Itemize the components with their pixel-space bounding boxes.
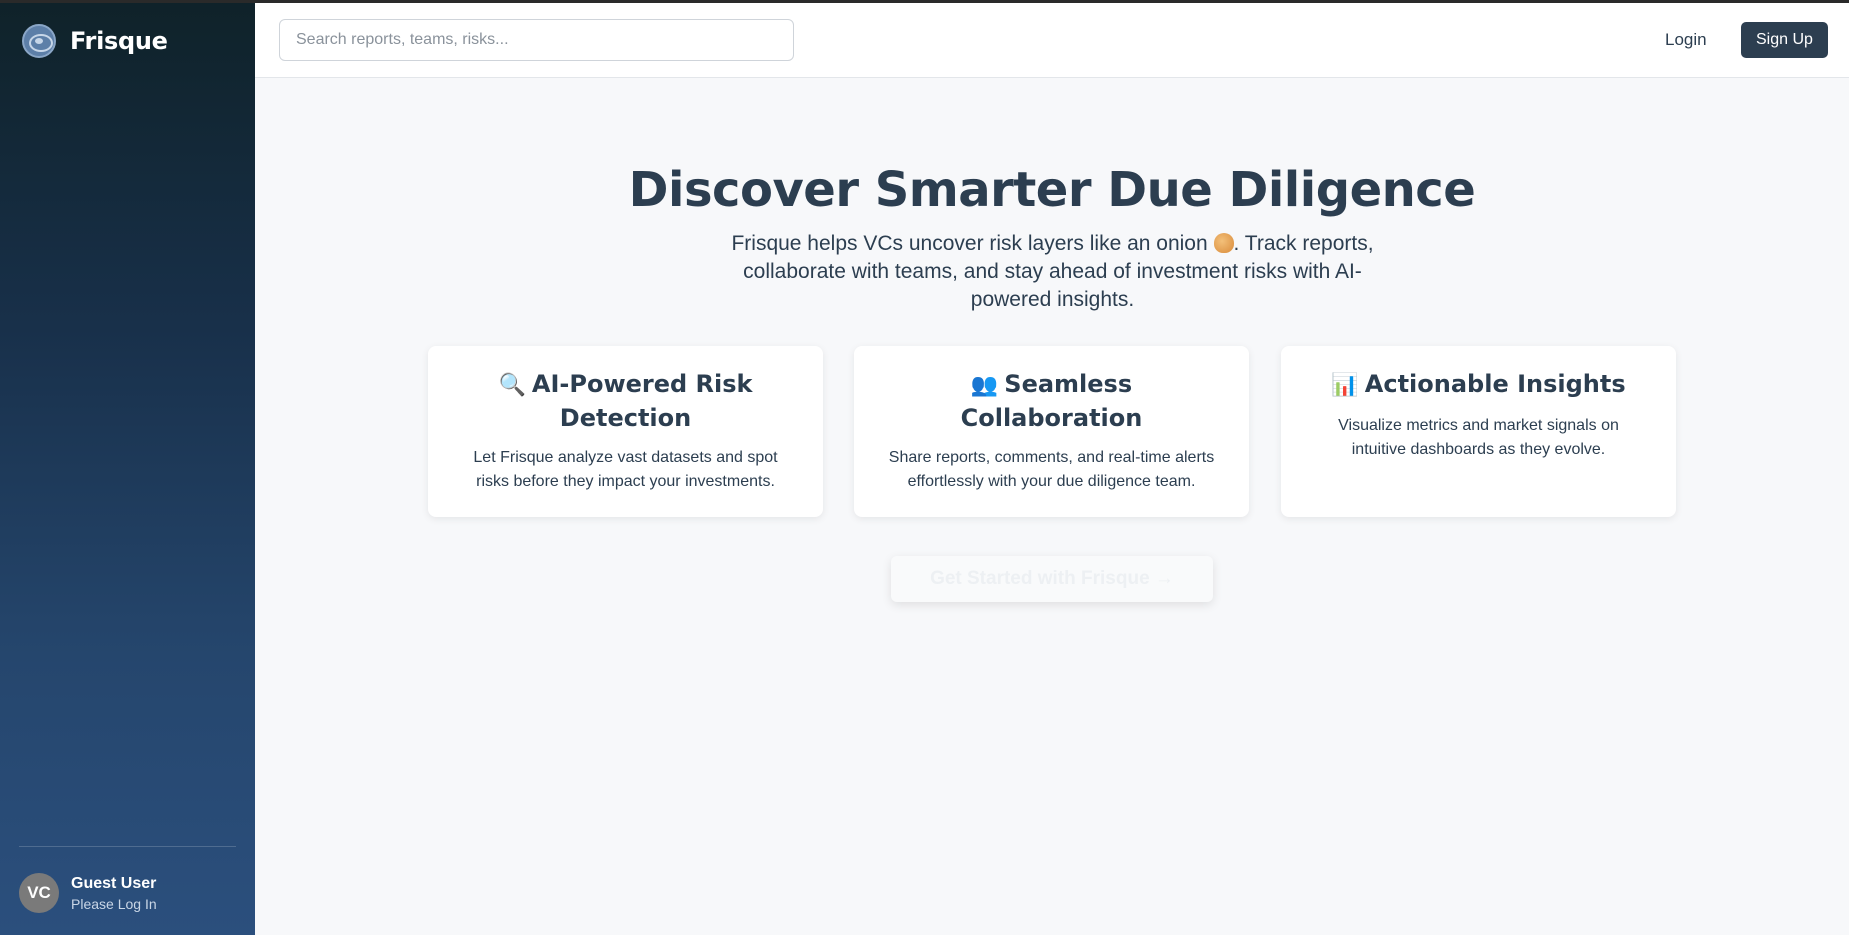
brand-name: Frisque [70,27,168,55]
get-started-button[interactable]: Get Started with Frisque → [891,556,1213,602]
main-content: Discover Smarter Due Diligence Frisque h… [255,78,1849,935]
people-icon: 👥 [970,373,999,398]
feature-card-title: 📊 Actionable Insights [1309,368,1648,402]
window-top-border [0,0,1849,3]
feature-card-title: 🔍 AI-Powered Risk Detection [456,368,795,434]
feature-card-text: Let Frisque analyze vast datasets and sp… [473,449,778,490]
sidebar-divider [19,846,236,847]
brand-logo-icon [22,24,56,58]
login-button[interactable]: Login [1655,22,1717,58]
feature-title-text: Actionable Insights [1364,370,1626,398]
brand[interactable]: Frisque [22,24,168,58]
hero-subtitle: Frisque helps VCs uncover risk layers li… [715,230,1390,314]
user-profile[interactable]: VC Guest User Please Log In [19,873,157,913]
signup-button[interactable]: Sign Up [1741,22,1828,58]
user-name: Guest User [71,874,157,892]
feature-card-insights: 📊 Actionable Insights Visualize metrics a… [1281,346,1676,517]
user-info: Guest User Please Log In [71,875,157,912]
top-bar: Login Sign Up [255,3,1849,78]
hero-subtitle-part1: Frisque helps VCs uncover risk layers li… [731,232,1214,255]
magnifier-icon: 🔍 [498,373,526,398]
feature-card-collaboration: 👥 Seamless Collaboration Share reports, c… [854,346,1249,517]
avatar: VC [19,873,59,913]
user-status: Please Log In [71,895,157,912]
feature-card-risk-detection: 🔍 AI-Powered Risk Detection Let Frisque a… [428,346,823,517]
bar-chart-icon: 📊 [1331,373,1359,398]
onion-icon [1213,233,1234,253]
feature-card-title: 👥 Seamless Collaboration [882,368,1221,434]
hero-title: Discover Smarter Due Diligence [628,162,1476,218]
feature-card-text: Share reports, comments, and real-time a… [888,449,1215,490]
feature-card-text: Visualize metrics and market signals on … [1338,417,1619,458]
sidebar: Frisque VC Guest User Please Log In [0,0,255,935]
search-input[interactable] [279,19,794,61]
feature-title-text: AI-Powered Risk Detection [531,370,753,432]
